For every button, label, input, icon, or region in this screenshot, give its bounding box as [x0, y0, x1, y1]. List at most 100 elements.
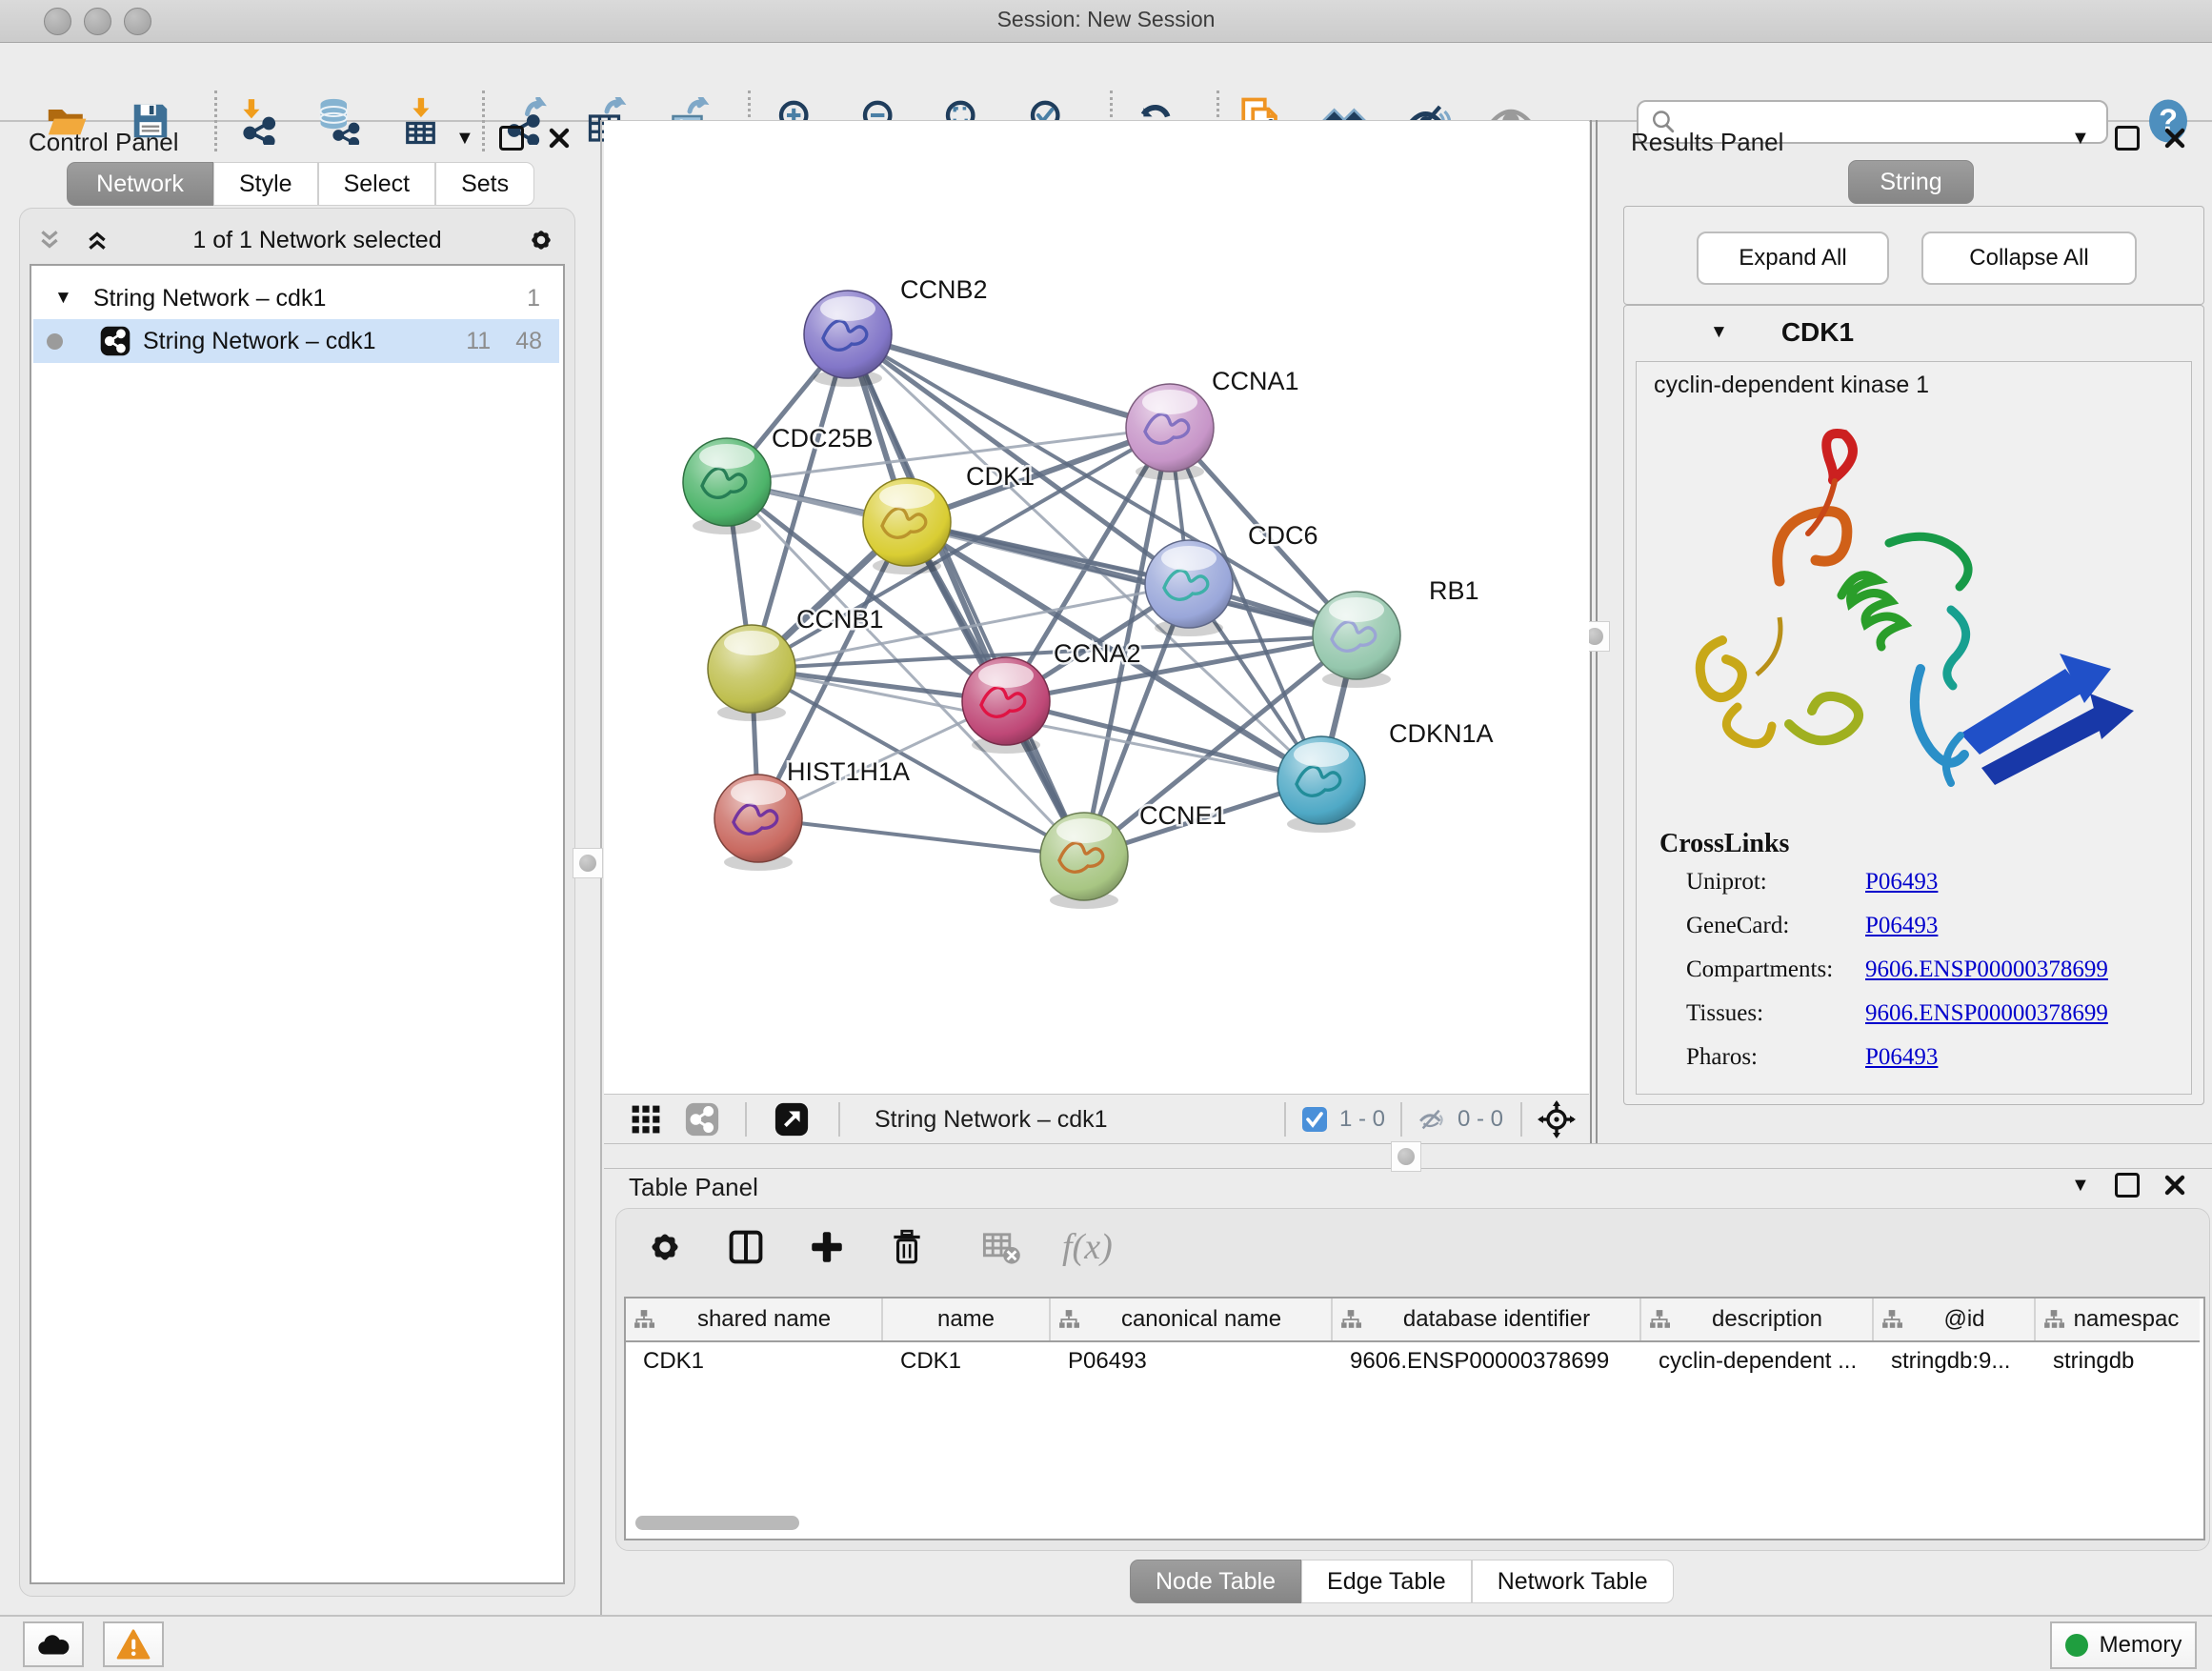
- float-panel-icon[interactable]: [2115, 126, 2140, 151]
- results-panel: Results Panel ▼ String Expand All Collap…: [1599, 120, 2212, 1143]
- network-view-toolbar: String Network – cdk1 1 - 0 0 - 0: [604, 1094, 1589, 1144]
- close-panel-icon[interactable]: [2164, 128, 2185, 149]
- results-panel-title: Results Panel: [1631, 128, 1783, 157]
- panel-menu-icon[interactable]: ▼: [2071, 128, 2090, 150]
- network-options-gear-icon[interactable]: [525, 224, 557, 256]
- cloud-status-button[interactable]: [23, 1621, 84, 1667]
- footer-separator: [1400, 1102, 1402, 1137]
- cell-shared-name: CDK1: [626, 1342, 883, 1384]
- crosslink-row: GeneCard: P06493: [1686, 913, 1938, 939]
- shared-column-icon: [1058, 1309, 1079, 1330]
- table-header-row: shared name name canonical name database…: [626, 1299, 2200, 1342]
- pan-crosshair-icon[interactable]: [1538, 1100, 1576, 1138]
- table-row[interactable]: CDK1 CDK1 P06493 9606.ENSP00000378699 cy…: [626, 1342, 2200, 1384]
- crosslink-link[interactable]: P06493: [1865, 869, 1938, 896]
- cdk1-header-row[interactable]: ▼ CDK1: [1624, 306, 2203, 359]
- crosslink-label: Compartments:: [1686, 956, 1865, 983]
- add-column-plus-icon[interactable]: [807, 1227, 847, 1267]
- gene-name: CDK1: [1781, 317, 1854, 348]
- crosslink-link[interactable]: P06493: [1865, 913, 1938, 939]
- crosslink-label: Pharos:: [1686, 1044, 1865, 1071]
- control-panel-title: Control Panel: [29, 128, 179, 157]
- column-header-database-identifier[interactable]: database identifier: [1333, 1299, 1641, 1340]
- string-network-graph[interactable]: CCNB2CCNA1CDC25BCDK1CDC6RB1CCNB1CCNA2CDK…: [604, 121, 1589, 1095]
- crosslink-link[interactable]: P06493: [1865, 1044, 1938, 1071]
- network-node-label: CDK1: [966, 462, 1035, 491]
- network-list: ▼ String Network – cdk1 1 String Network…: [30, 264, 565, 1584]
- network-node-label: CDKN1A: [1389, 719, 1494, 748]
- float-panel-icon[interactable]: [499, 126, 524, 151]
- tab-select[interactable]: Select: [318, 162, 435, 206]
- shared-column-icon: [633, 1309, 654, 1330]
- column-header-description[interactable]: description: [1641, 1299, 1874, 1340]
- network-view-title: String Network – cdk1: [875, 1106, 1108, 1134]
- collapse-all-button[interactable]: Collapse All: [1921, 232, 2137, 285]
- network-edge[interactable]: [758, 818, 1084, 856]
- network-node-label: CCNA2: [1054, 639, 1141, 668]
- close-panel-icon[interactable]: [2164, 1175, 2185, 1196]
- crosslink-link[interactable]: 9606.ENSP00000378699: [1865, 956, 2108, 983]
- crosslink-row: Compartments: 9606.ENSP00000378699: [1686, 956, 2108, 983]
- warning-icon: [116, 1629, 151, 1660]
- memory-label: Memory: [2100, 1632, 2182, 1659]
- panel-menu-icon[interactable]: ▼: [455, 128, 474, 150]
- left-splitter-handle[interactable]: [573, 848, 603, 878]
- tab-network-table[interactable]: Network Table: [1472, 1560, 1674, 1603]
- cdk1-detail-box: cyclin-dependent kinase 1: [1636, 361, 2192, 1095]
- network-tab-panel: 1 of 1 Network selected ▼ String Network…: [19, 208, 575, 1597]
- cell-database-identifier: 9606.ENSP00000378699: [1333, 1342, 1641, 1384]
- warnings-button[interactable]: [103, 1621, 164, 1667]
- control-panel-tabs: Network Style Select Sets: [67, 162, 534, 206]
- tree-expander-icon[interactable]: ▼: [54, 288, 72, 309]
- float-panel-icon[interactable]: [2115, 1173, 2140, 1198]
- network-view-share-icon[interactable]: [684, 1101, 720, 1137]
- memory-ok-dot-icon: [2065, 1634, 2088, 1657]
- column-header-canonical-name[interactable]: canonical name: [1051, 1299, 1333, 1340]
- network-node-label: HIST1H1A: [787, 757, 910, 786]
- show-columns-icon[interactable]: [725, 1226, 767, 1268]
- network-collection-row[interactable]: ▼ String Network – cdk1 1: [33, 277, 559, 319]
- expand-all-button[interactable]: Expand All: [1697, 232, 1889, 285]
- control-panel: Control Panel ▼ Network Style Select Set…: [0, 120, 600, 1615]
- column-header-name[interactable]: name: [883, 1299, 1051, 1340]
- hidden-counts: 0 - 0: [1458, 1106, 1503, 1133]
- birds-eye-grid-icon[interactable]: [629, 1102, 663, 1137]
- collapse-all-chevron-icon[interactable]: [37, 228, 62, 252]
- tab-edge-table[interactable]: Edge Table: [1301, 1560, 1472, 1603]
- footer-separator: [745, 1102, 747, 1137]
- panel-menu-icon[interactable]: ▼: [2071, 1175, 2090, 1197]
- detach-view-icon[interactable]: [774, 1101, 810, 1137]
- close-panel-icon[interactable]: [549, 128, 570, 149]
- node-count: 11: [466, 328, 491, 355]
- tab-style[interactable]: Style: [213, 162, 318, 206]
- column-header-namespace[interactable]: namespac: [2036, 1299, 2196, 1340]
- cell-name: CDK1: [883, 1342, 1051, 1384]
- delete-column-trash-icon[interactable]: [887, 1227, 927, 1267]
- crosslink-row: Uniprot: P06493: [1686, 869, 1938, 896]
- main-toolbar: ?: [0, 43, 2212, 122]
- table-options-gear-icon[interactable]: [645, 1227, 685, 1267]
- tab-network[interactable]: Network: [67, 162, 213, 206]
- tab-sets[interactable]: Sets: [435, 162, 534, 206]
- crosslink-link[interactable]: 9606.ENSP00000378699: [1865, 1000, 2108, 1027]
- shared-column-icon: [1649, 1309, 1670, 1330]
- cell-description: cyclin-dependent ...: [1641, 1342, 1874, 1384]
- network-canvas[interactable]: CCNB2CCNA1CDC25BCDK1CDC6RB1CCNB1CCNA2CDK…: [604, 120, 1589, 1095]
- memory-status-button[interactable]: Memory: [2050, 1621, 2197, 1669]
- network-node-label: RB1: [1429, 576, 1479, 605]
- crosslinks-title: CrossLinks: [1659, 829, 1789, 859]
- column-header-id[interactable]: @id: [1874, 1299, 2036, 1340]
- expand-all-chevron-icon[interactable]: [85, 228, 110, 252]
- horizontal-scrollbar[interactable]: [635, 1516, 799, 1530]
- column-header-shared-name[interactable]: shared name: [626, 1299, 883, 1340]
- footer-separator: [838, 1102, 840, 1137]
- network-row[interactable]: String Network – cdk1 11 48: [33, 319, 559, 363]
- tab-node-table[interactable]: Node Table: [1130, 1560, 1301, 1603]
- network-name: String Network – cdk1: [143, 328, 376, 355]
- selected-checkbox-icon[interactable]: [1301, 1106, 1328, 1133]
- table-panel: Table Panel ▼: [604, 1167, 2212, 1615]
- collapse-entry-icon[interactable]: ▼: [1710, 322, 1728, 343]
- shared-column-icon: [2043, 1309, 2064, 1330]
- network-list-toolbar: 1 of 1 Network selected: [37, 224, 557, 256]
- tab-string[interactable]: String: [1848, 160, 1974, 204]
